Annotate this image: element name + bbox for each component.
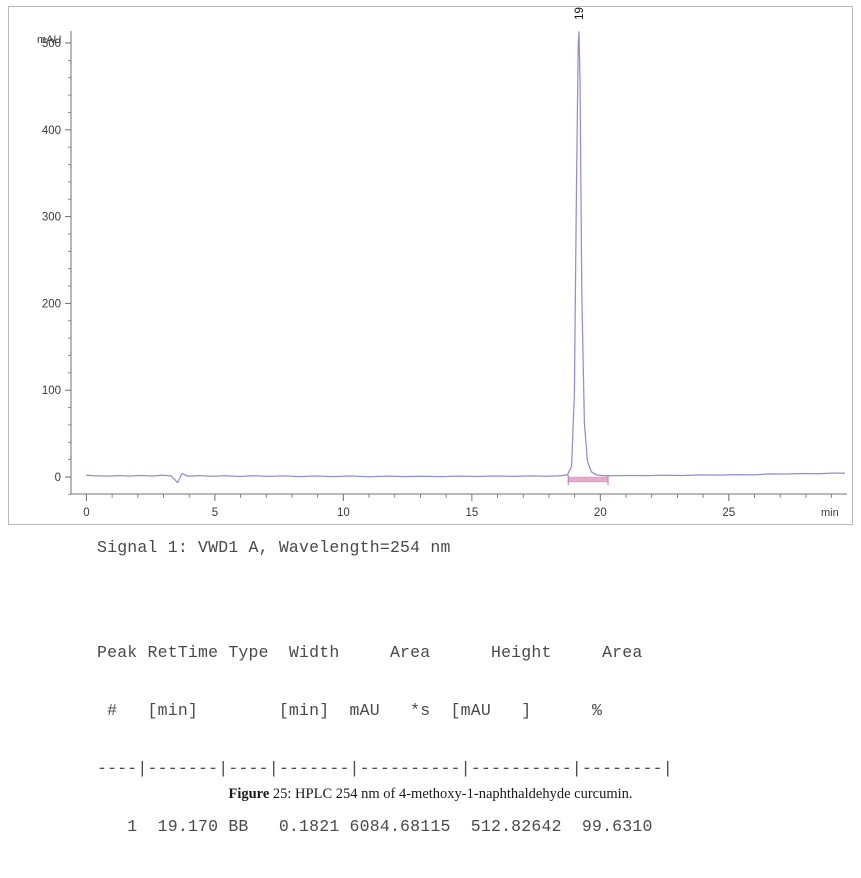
signal-description: Signal 1: VWD1 A, Wavelength=254 nm bbox=[97, 538, 451, 557]
x-tick-label: 15 bbox=[465, 507, 478, 519]
y-tick-label: 200 bbox=[42, 298, 61, 310]
y-tick-label: 100 bbox=[42, 385, 61, 397]
table-row: 1 19.170 BB 0.1821 6084.68115 512.82642 … bbox=[97, 817, 653, 836]
x-axis-unit-label: min bbox=[821, 507, 839, 519]
y-axis-unit-label: mAU bbox=[37, 34, 62, 46]
table-header-row-1: Peak RetTime Type Width Area Height Area bbox=[97, 643, 643, 662]
x-axis-ticks bbox=[85, 494, 832, 501]
chromatogram-panel: 0100200300400500 0510152025 mAU min 19.1… bbox=[8, 6, 853, 525]
peak-label-group: 19.170 bbox=[574, 7, 586, 20]
peak-integration-baseline bbox=[567, 476, 609, 483]
chromatogram-plot: 0100200300400500 0510152025 mAU min 19.1… bbox=[37, 7, 847, 519]
x-tick-label: 25 bbox=[722, 507, 735, 519]
x-axis-tick-labels: 0 5 10 15 20 25 bbox=[83, 507, 735, 519]
figure-caption-text: 25: HPLC 254 nm of 4-methoxy-1-naphthald… bbox=[269, 786, 633, 802]
figure-caption: Figure 25: HPLC 254 nm of 4-methoxy-1-na… bbox=[0, 786, 861, 803]
peak-retention-time-label: 19.170 bbox=[574, 7, 586, 20]
peak-results-table: Peak RetTime Type Width Area Height Area… bbox=[97, 612, 673, 877]
table-separator: ----|-------|----|-------|----------|---… bbox=[97, 759, 673, 778]
figure-caption-label: Figure bbox=[228, 786, 270, 802]
y-tick-label: 400 bbox=[42, 125, 61, 137]
y-axis-ticks bbox=[65, 42, 71, 495]
y-tick-label: 0 bbox=[55, 472, 61, 484]
hplc-report: Signal 1: VWD1 A, Wavelength=254 nm Peak… bbox=[97, 539, 673, 834]
x-tick-label: 5 bbox=[212, 507, 218, 519]
table-header-row-2: # [min] [min] mAU *s [mAU ] % bbox=[97, 701, 603, 720]
x-tick-label: 0 bbox=[83, 507, 89, 519]
chromatogram-trace bbox=[85, 31, 846, 484]
x-tick-label: 10 bbox=[337, 507, 350, 519]
y-axis-tick-labels: 0100200300400500 bbox=[42, 38, 61, 484]
y-tick-label: 300 bbox=[42, 212, 61, 224]
x-tick-label: 20 bbox=[594, 507, 607, 519]
